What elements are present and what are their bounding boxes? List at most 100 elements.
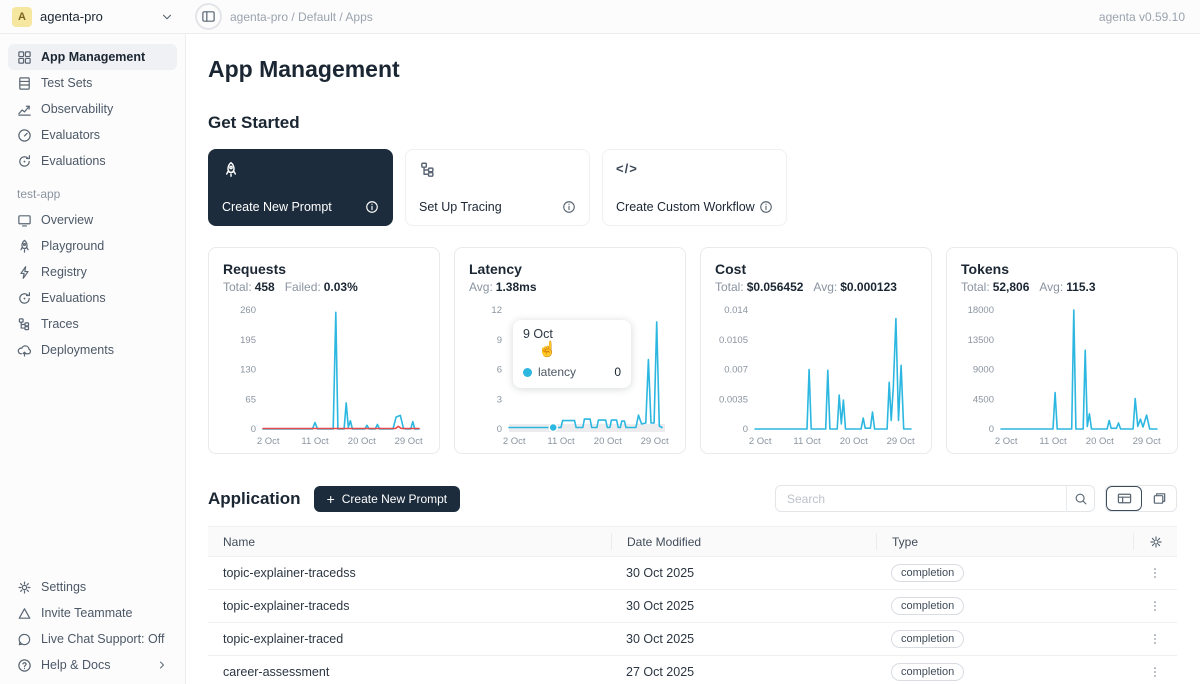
metrics-charts: Requests Total:458 Failed:0.03% 06513019…	[208, 247, 1177, 454]
sidebar-item-help-docs[interactable]: Help & Docs	[8, 652, 177, 678]
column-settings-gear-icon[interactable]	[1149, 535, 1163, 549]
column-header-date-modified[interactable]: Date Modified	[611, 533, 876, 550]
svg-text:260: 260	[240, 305, 256, 316]
set-up-tracing-card[interactable]: Set Up Tracing	[405, 149, 590, 226]
get-started-cards: Create New Prompt Set Up Tracing </> Cre…	[208, 149, 1177, 226]
table-view-button[interactable]	[1106, 486, 1142, 511]
chat-icon	[17, 632, 32, 647]
sidebar-item-label: Deployments	[41, 343, 114, 357]
sidebar: App Management Test Sets Observability E…	[0, 34, 186, 684]
column-header-type[interactable]: Type	[876, 533, 1133, 550]
info-icon[interactable]	[759, 200, 773, 214]
refresh-icon	[17, 291, 32, 306]
svg-text:0: 0	[497, 424, 502, 435]
sidebar-item-observability[interactable]: Observability	[8, 96, 177, 122]
chart-line-icon	[17, 102, 32, 117]
card-label: Create New Prompt	[222, 200, 332, 214]
tree-icon	[419, 161, 437, 179]
type-badge: completion	[891, 564, 964, 582]
svg-text:11 Oct: 11 Oct	[793, 436, 821, 447]
sidebar-toggle-button[interactable]	[195, 3, 222, 30]
tokens-line-chart[interactable]: 04500900013500180002 Oct11 Oct20 Oct29 O…	[961, 302, 1165, 449]
card-view-button[interactable]	[1142, 486, 1176, 511]
search-button[interactable]	[1066, 485, 1095, 512]
requests-chart-card: Requests Total:458 Failed:0.03% 06513019…	[208, 247, 440, 454]
chart-stats: Avg:1.38ms	[469, 280, 671, 294]
svg-text:4500: 4500	[973, 394, 994, 405]
svg-text:29 Oct: 29 Oct	[1133, 436, 1161, 447]
table-row[interactable]: topic-explainer-traced 30 Oct 2025 compl…	[208, 623, 1177, 656]
workspace-selector[interactable]: A agenta-pro	[0, 7, 186, 27]
app-date: 30 Oct 2025	[611, 566, 876, 580]
search-input[interactable]	[775, 485, 1095, 512]
cost-line-chart[interactable]: 00.00350.0070.01050.0142 Oct11 Oct20 Oct…	[715, 302, 919, 449]
get-started-title: Get Started	[208, 113, 1177, 133]
svg-text:3: 3	[497, 394, 502, 405]
view-toggle	[1105, 485, 1177, 512]
chevron-right-icon	[156, 659, 168, 671]
table-row[interactable]: career-assessment 27 Oct 2025 completion	[208, 656, 1177, 684]
chevron-down-icon	[160, 10, 174, 24]
hand-pointer-cursor: ☝	[538, 340, 557, 358]
create-new-prompt-button[interactable]: + Create New Prompt	[314, 486, 461, 512]
row-menu-dots-icon[interactable]	[1148, 566, 1162, 580]
breadcrumb[interactable]: agenta-pro / Default / Apps	[230, 10, 1099, 24]
sidebar-item-label: Settings	[41, 580, 86, 594]
search-icon	[1074, 492, 1088, 506]
sidebar-item-label: Playground	[41, 239, 104, 253]
sidebar-item-label: Observability	[41, 102, 113, 116]
tooltip-series-row: latency 0	[523, 365, 621, 379]
sidebar-item-label: App Management	[41, 50, 145, 64]
sidebar-item-label: Test Sets	[41, 76, 92, 90]
chart-title: Requests	[223, 261, 425, 277]
table-row[interactable]: topic-explainer-traceds 30 Oct 2025 comp…	[208, 590, 1177, 623]
sidebar-item-evaluators[interactable]: Evaluators	[8, 122, 177, 148]
app-section-label: test-app	[17, 187, 168, 201]
create-custom-workflow-card[interactable]: </> Create Custom Workflow	[602, 149, 787, 226]
app-name: topic-explainer-traced	[208, 632, 611, 646]
sidebar-item-evaluations[interactable]: Evaluations	[8, 148, 177, 174]
grid-icon	[17, 50, 32, 65]
page-title: App Management	[208, 56, 1177, 83]
sidebar-item-invite-teammate[interactable]: Invite Teammate	[8, 600, 177, 626]
applications-table: Name Date Modified Type topic-explainer-…	[208, 526, 1177, 684]
requests-line-chart[interactable]: 0651301952602 Oct11 Oct20 Oct29 Oct	[223, 302, 427, 449]
info-icon[interactable]	[562, 200, 576, 214]
sidebar-item-deployments[interactable]: Deployments	[8, 337, 177, 363]
sidebar-item-app-management[interactable]: App Management	[8, 44, 177, 70]
app-date: 30 Oct 2025	[611, 599, 876, 613]
sidebar-item-test-sets[interactable]: Test Sets	[8, 70, 177, 96]
help-icon	[17, 658, 32, 673]
chart-title: Latency	[469, 261, 671, 277]
lightning-icon	[17, 265, 32, 280]
sidebar-item-settings[interactable]: Settings	[8, 574, 177, 600]
sidebar-footer: Settings Invite Teammate Live Chat Suppo…	[8, 574, 177, 678]
svg-text:2 Oct: 2 Oct	[257, 436, 280, 447]
svg-text:2 Oct: 2 Oct	[749, 436, 772, 447]
svg-text:0: 0	[251, 424, 256, 435]
svg-text:2 Oct: 2 Oct	[995, 436, 1018, 447]
sidebar-item-label: Overview	[41, 213, 93, 227]
tooltip-value: 0	[614, 365, 621, 379]
table-row[interactable]: topic-explainer-tracedss 30 Oct 2025 com…	[208, 557, 1177, 590]
info-icon[interactable]	[365, 200, 379, 214]
sidebar-item-label: Invite Teammate	[41, 606, 132, 620]
sidebar-item-registry[interactable]: Registry	[8, 259, 177, 285]
tree-icon	[17, 317, 32, 332]
sidebar-item-playground[interactable]: Playground	[8, 233, 177, 259]
column-header-name[interactable]: Name	[208, 535, 611, 549]
row-menu-dots-icon[interactable]	[1148, 599, 1162, 613]
sidebar-item-live-chat[interactable]: Live Chat Support: Off	[8, 626, 177, 652]
row-menu-dots-icon[interactable]	[1148, 665, 1162, 679]
sidebar-item-traces[interactable]: Traces	[8, 311, 177, 337]
chart-title: Tokens	[961, 261, 1163, 277]
row-menu-dots-icon[interactable]	[1148, 632, 1162, 646]
sidebar-item-overview[interactable]: Overview	[8, 207, 177, 233]
svg-text:11 Oct: 11 Oct	[1039, 436, 1067, 447]
sidebar-item-evaluations-app[interactable]: Evaluations	[8, 285, 177, 311]
create-new-prompt-card[interactable]: Create New Prompt	[208, 149, 393, 226]
svg-text:0.0105: 0.0105	[719, 335, 748, 346]
svg-text:20 Oct: 20 Oct	[594, 436, 622, 447]
sidebar-item-label: Live Chat Support: Off	[41, 632, 164, 646]
sidebar-item-label: Evaluators	[41, 128, 100, 142]
